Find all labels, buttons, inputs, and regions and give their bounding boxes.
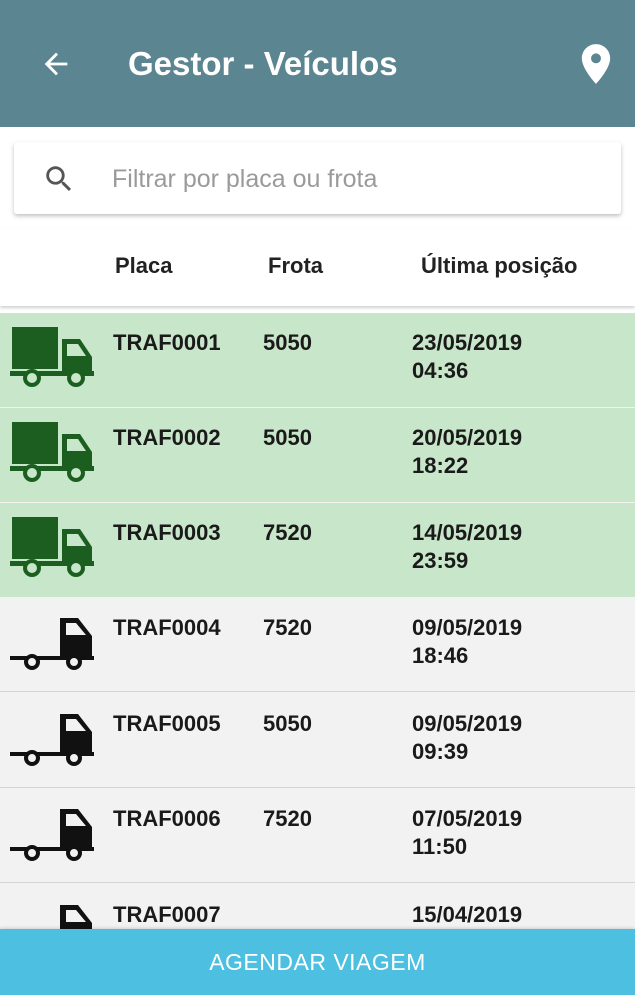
table-row[interactable]: TRAF0002 5050 20/05/2019 18:22 bbox=[0, 408, 635, 502]
header-placa: Placa bbox=[115, 253, 173, 278]
table-row[interactable]: TRAF0004 7520 09/05/2019 18:46 bbox=[0, 598, 635, 692]
table-row[interactable]: TRAF0005 5050 09/05/2019 09:39 bbox=[0, 694, 635, 788]
tractor-truck-icon bbox=[10, 618, 94, 670]
last-position-time: 04:36 bbox=[412, 358, 469, 383]
last-position-date: 15/04/2019 bbox=[412, 902, 523, 927]
vehicle-frota: 7520 bbox=[263, 806, 312, 831]
vehicle-list[interactable]: TRAF0001 5050 23/05/2019 04:36 TRAF0002 5050 2… bbox=[0, 313, 635, 929]
vehicle-placa: TRAF0002 bbox=[113, 425, 221, 450]
table-row[interactable]: TRAF0007 15/04/2019 bbox=[0, 885, 635, 929]
last-position-time: 09:39 bbox=[412, 739, 469, 764]
location-button[interactable] bbox=[574, 40, 618, 88]
map-pin-icon bbox=[581, 44, 611, 84]
header-ultima-posicao: Última posição bbox=[421, 253, 578, 278]
header-frota: Frota bbox=[268, 253, 323, 278]
tractor-truck-icon bbox=[10, 809, 94, 861]
arrow-left-icon bbox=[44, 52, 68, 76]
vehicle-placa: TRAF0004 bbox=[113, 615, 221, 640]
vehicle-placa: TRAF0003 bbox=[113, 520, 221, 545]
vehicle-frota: 5050 bbox=[263, 330, 312, 355]
last-position-time: 18:46 bbox=[412, 643, 469, 668]
page-title: Gestor - Veículos bbox=[128, 45, 398, 82]
vehicle-last-position: 15/04/2019 bbox=[412, 901, 522, 929]
vehicle-frota: 7520 bbox=[263, 520, 312, 545]
truck-icon bbox=[10, 422, 94, 482]
truck-icon bbox=[10, 327, 94, 387]
vehicle-last-position: 07/05/2019 11:50 bbox=[412, 805, 522, 861]
truck-icon bbox=[10, 517, 94, 577]
search-icon bbox=[46, 166, 72, 192]
vehicle-frota: 7520 bbox=[263, 615, 312, 640]
vehicle-last-position: 09/05/2019 09:39 bbox=[412, 710, 522, 766]
vehicle-last-position: 23/05/2019 04:36 bbox=[412, 329, 522, 385]
back-button[interactable] bbox=[36, 44, 76, 84]
last-position-date: 20/05/2019 bbox=[412, 425, 523, 450]
table-header: Placa Frota Última posição bbox=[0, 228, 635, 306]
last-position-date: 14/05/2019 bbox=[412, 520, 523, 545]
last-position-time: 11:50 bbox=[412, 834, 468, 859]
last-position-time: 23:59 bbox=[412, 548, 469, 573]
vehicle-placa: TRAF0001 bbox=[113, 330, 221, 355]
vehicle-placa: TRAF0006 bbox=[113, 806, 221, 831]
last-position-date: 23/05/2019 bbox=[412, 330, 523, 355]
app-bar: Gestor - Veículos bbox=[0, 0, 635, 127]
last-position-date: 07/05/2019 bbox=[412, 806, 523, 831]
last-position-time: 18:22 bbox=[412, 453, 469, 478]
search-bar bbox=[14, 142, 621, 214]
vehicle-last-position: 09/05/2019 18:46 bbox=[412, 614, 522, 670]
table-row[interactable]: TRAF0001 5050 23/05/2019 04:36 bbox=[0, 313, 635, 407]
tractor-truck-icon bbox=[60, 905, 92, 929]
vehicle-frota: 5050 bbox=[263, 711, 312, 736]
tractor-truck-icon bbox=[10, 714, 94, 766]
vehicle-last-position: 14/05/2019 23:59 bbox=[412, 519, 522, 575]
table-row[interactable]: TRAF0003 7520 14/05/2019 23:59 bbox=[0, 503, 635, 597]
last-position-date: 09/05/2019 bbox=[412, 711, 523, 736]
vehicle-placa: TRAF0007 bbox=[113, 902, 221, 927]
vehicle-placa: TRAF0005 bbox=[113, 711, 221, 736]
vehicle-last-position: 20/05/2019 18:22 bbox=[412, 424, 522, 480]
last-position-date: 09/05/2019 bbox=[412, 615, 523, 640]
vehicle-frota: 5050 bbox=[263, 425, 312, 450]
table-row[interactable]: TRAF0006 7520 07/05/2019 11:50 bbox=[0, 789, 635, 883]
agendar-viagem-button[interactable]: AGENDAR VIAGEM bbox=[0, 929, 635, 995]
search-input[interactable] bbox=[110, 156, 604, 202]
